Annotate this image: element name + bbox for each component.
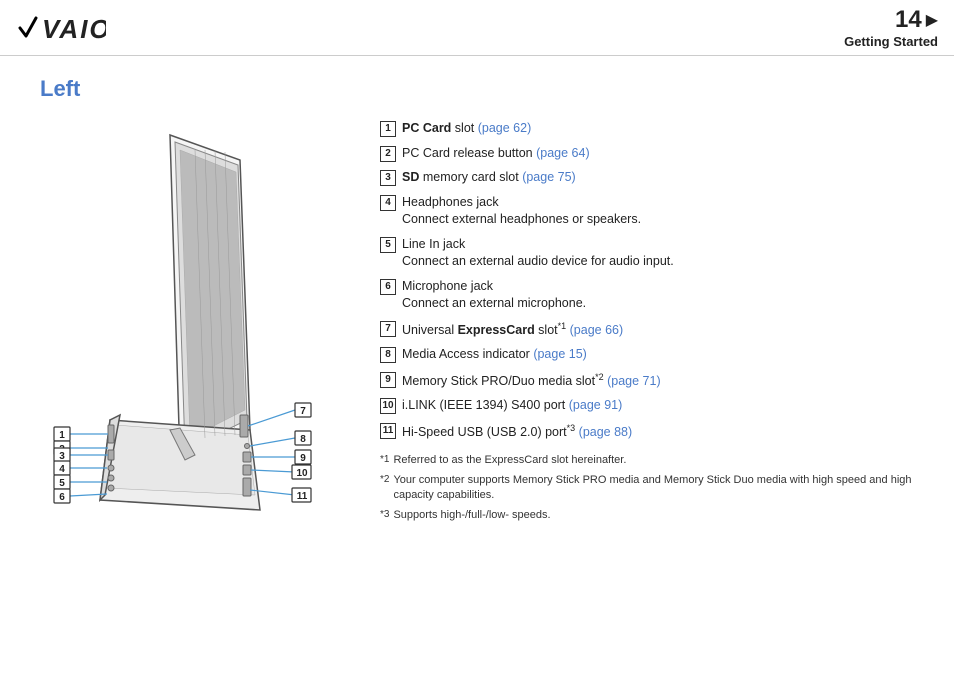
list-item: 9 Memory Stick PRO/Duo media slot*2 (pag…	[380, 371, 924, 391]
svg-text:5: 5	[59, 478, 65, 489]
svg-text:VAIO: VAIO	[42, 14, 106, 44]
item-number-7: 7	[380, 321, 396, 337]
svg-text:9: 9	[300, 453, 306, 464]
item-number-8: 8	[380, 347, 396, 363]
svg-text:10: 10	[296, 468, 308, 479]
list-item: 3 SD memory card slot (page 75)	[380, 169, 924, 187]
item-number-3: 3	[380, 170, 396, 186]
page-heading: Left	[40, 76, 924, 102]
list-item: 7 Universal ExpressCard slot*1 (page 66)	[380, 320, 924, 340]
content-area: 1 2 3 4 5 6	[40, 120, 924, 664]
descriptions: 1 PC Card slot (page 62) 2 PC Card relea…	[360, 120, 924, 664]
list-item: 8 Media Access indicator (page 15)	[380, 346, 924, 364]
list-item: 4 Headphones jack Connect external headp…	[380, 194, 924, 229]
page-number: 14	[895, 6, 922, 34]
arrow-icon: ▶	[926, 10, 938, 30]
footnote-2: *2 Your computer supports Memory Stick P…	[380, 473, 924, 504]
list-item: 1 PC Card slot (page 62)	[380, 120, 924, 138]
item-number-2: 2	[380, 146, 396, 162]
diagram-area: 1 2 3 4 5 6	[40, 120, 360, 664]
main-content: Left	[0, 56, 954, 674]
list-item: 5 Line In jack Connect an external audio…	[380, 236, 924, 271]
svg-text:4: 4	[59, 464, 65, 475]
footnote-1: *1 Referred to as the ExpressCard slot h…	[380, 453, 924, 468]
footnote-3: *3 Supports high-/full-/low- speeds.	[380, 508, 924, 523]
svg-text:8: 8	[300, 434, 306, 445]
page-header: VAIO 14 ▶ Getting Started	[0, 0, 954, 56]
svg-text:1: 1	[59, 430, 65, 441]
header-right: 14 ▶ Getting Started	[844, 6, 938, 49]
svg-text:6: 6	[59, 492, 65, 503]
item-number-11: 11	[380, 423, 396, 439]
list-item: 10 i.LINK (IEEE 1394) S400 port (page 91…	[380, 397, 924, 415]
list-item: 11 Hi-Speed USB (USB 2.0) port*3 (page 8…	[380, 422, 924, 442]
vaio-logo: VAIO	[16, 10, 106, 46]
item-number-5: 5	[380, 237, 396, 253]
item-number-4: 4	[380, 195, 396, 211]
svg-text:11: 11	[297, 491, 308, 502]
item-number-10: 10	[380, 398, 396, 414]
footnotes: *1 Referred to as the ExpressCard slot h…	[380, 449, 924, 523]
logo-area: VAIO	[16, 10, 106, 46]
list-item: 2 PC Card release button (page 64)	[380, 145, 924, 163]
item-number-1: 1	[380, 121, 396, 137]
svg-text:7: 7	[300, 406, 306, 417]
list-item: 6 Microphone jack Connect an external mi…	[380, 278, 924, 313]
section-title: Getting Started	[844, 34, 938, 49]
svg-text:3: 3	[59, 451, 65, 462]
item-number-6: 6	[380, 279, 396, 295]
laptop-diagram: 1 2 3 4 5 6	[40, 120, 330, 550]
item-number-9: 9	[380, 372, 396, 388]
